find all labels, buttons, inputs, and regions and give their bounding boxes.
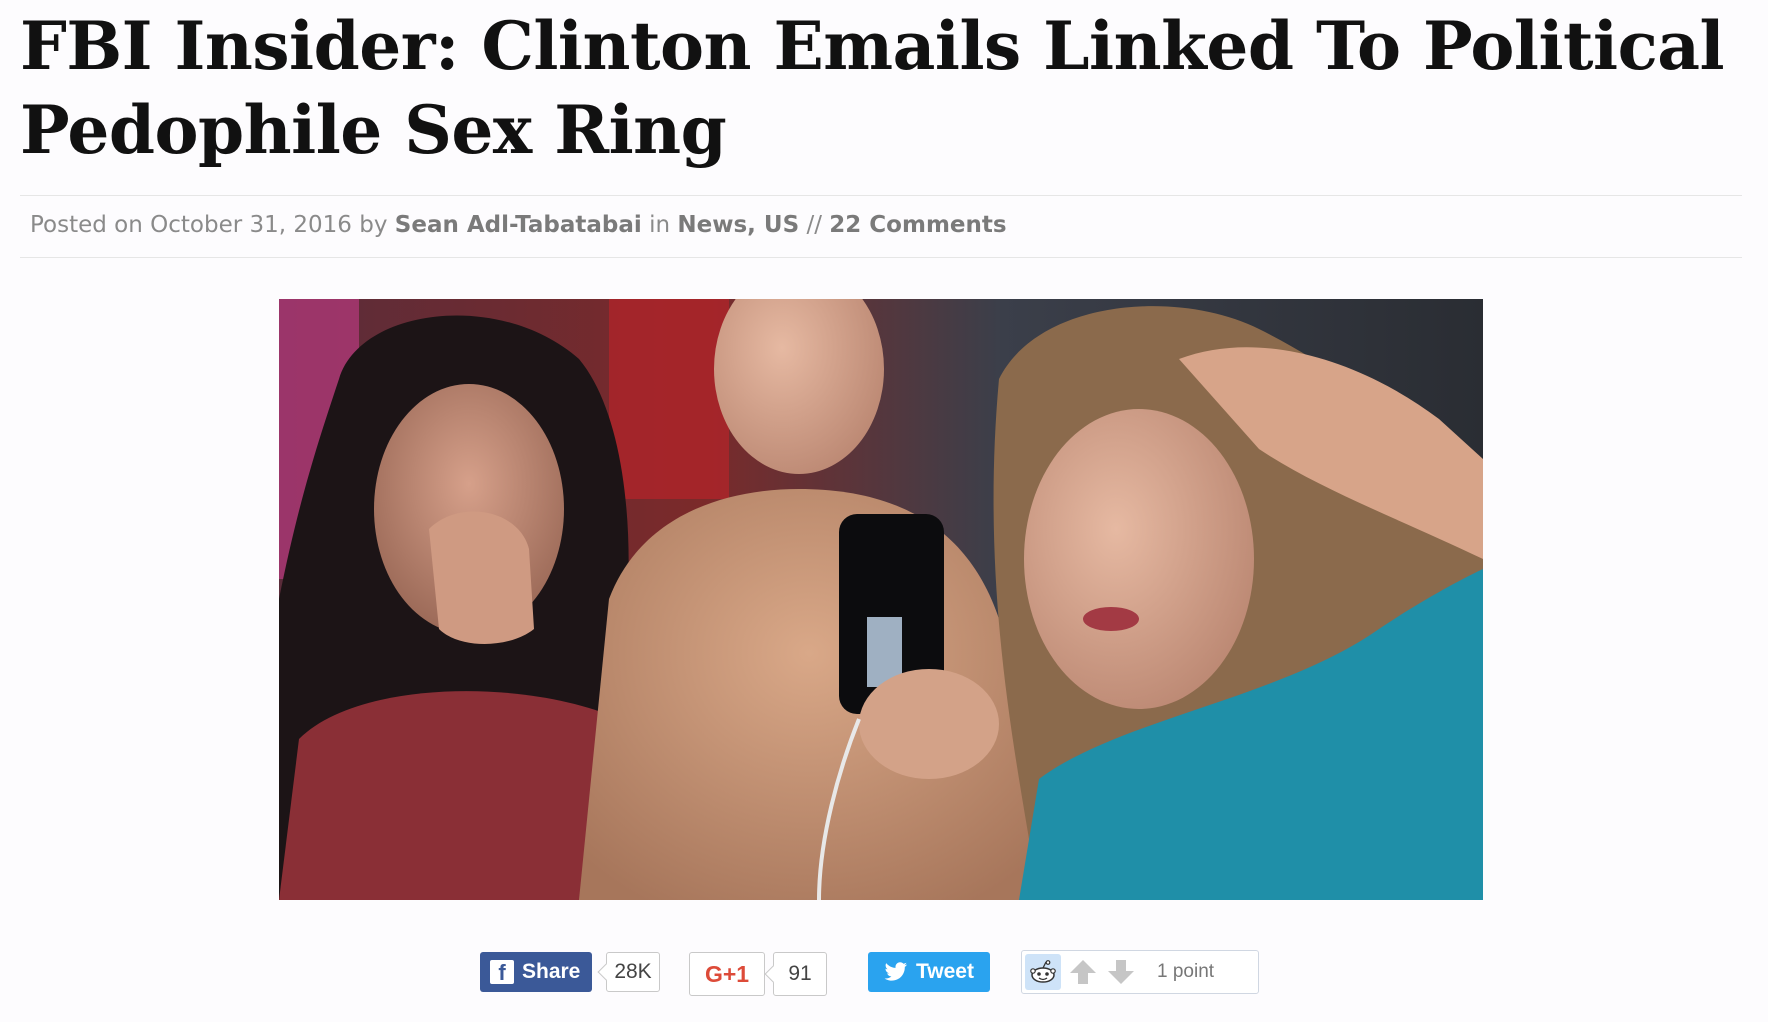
tweet-button[interactable]: Tweet: [868, 952, 990, 992]
facebook-share-count: 28K: [597, 952, 660, 992]
twitter-bird-icon: [884, 962, 908, 982]
reddit-alien-icon[interactable]: [1025, 954, 1061, 990]
google-plus-count: 91: [764, 952, 827, 996]
reddit-upvote-icon[interactable]: [1069, 959, 1097, 985]
in-label: in: [649, 212, 671, 238]
post-date[interactable]: October 31, 2016: [150, 212, 352, 238]
category-links[interactable]: News, US: [677, 212, 799, 238]
featured-image: [279, 299, 1483, 900]
title-line-1: FBI Insider: Clinton Emails Linked To Po…: [20, 7, 1725, 85]
post-meta: Posted on October 31, 2016 by Sean Adl-T…: [30, 212, 1007, 238]
divider-bottom: [20, 257, 1742, 258]
facebook-share-label: Share: [522, 960, 581, 983]
google-plus-one-button[interactable]: G+1: [689, 952, 765, 996]
facebook-icon: f: [490, 960, 514, 985]
divider-top: [20, 195, 1742, 196]
article-title: FBI Insider: Clinton Emails Linked To Po…: [20, 4, 1740, 172]
reddit-points: 1 point: [1157, 961, 1215, 982]
share-bar: f Share 28K G+1 91 Tweet 1 point: [0, 950, 1768, 996]
tweet-label: Tweet: [916, 960, 974, 983]
posted-prefix: Posted on: [30, 212, 143, 238]
by-label: by: [359, 212, 388, 238]
reddit-downvote-icon[interactable]: [1107, 959, 1135, 985]
reddit-vote-widget: 1 point: [1021, 950, 1259, 994]
title-line-2: Pedophile Sex Ring: [20, 91, 727, 169]
google-plus-icon: G+1: [704, 960, 750, 987]
author-link[interactable]: Sean Adl-Tabatabai: [395, 212, 642, 238]
comments-link[interactable]: 22 Comments: [829, 212, 1006, 238]
facebook-share-button[interactable]: f Share: [480, 952, 592, 992]
meta-separator: //: [806, 212, 822, 238]
